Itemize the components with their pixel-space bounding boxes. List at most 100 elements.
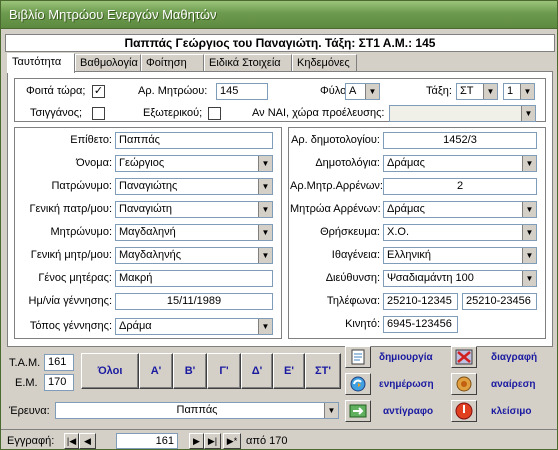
surname-field[interactable]: Παππάς xyxy=(115,132,273,149)
mother-family-field[interactable]: Μακρή xyxy=(115,270,273,287)
mother-genitive-value: Μαγδαληνής xyxy=(119,249,182,261)
search-value: Παππάς xyxy=(176,404,218,416)
regno-field[interactable]: 145 xyxy=(216,83,268,100)
create-label: δημιουργία xyxy=(379,352,433,363)
tab-attendance[interactable]: Φοίτηση xyxy=(141,54,204,72)
title-bar[interactable]: Βιβλίο Μητρώου Ενεργών Μαθητών xyxy=(1,1,557,29)
address-label: Διεύθυνση: xyxy=(325,272,380,284)
male-reg-value: Δράμας xyxy=(387,203,425,215)
nationality-value: Ελληνική xyxy=(387,249,432,261)
last-record-icon[interactable]: ▶| xyxy=(204,433,221,449)
chevron-down-icon: ▼ xyxy=(258,225,272,240)
name-value: Γεώργιος xyxy=(119,157,165,169)
delete-icon xyxy=(455,349,473,365)
mother-select[interactable]: Μαγδαληνή ▼ xyxy=(115,224,273,241)
tam-label: Τ.Α.Μ. xyxy=(9,357,41,369)
father-label: Πατρώνυμο: xyxy=(51,180,112,192)
mother-genitive-select[interactable]: Μαγδαληνής ▼ xyxy=(115,247,273,264)
tam-field[interactable]: 161 xyxy=(44,354,74,371)
tab-special-data[interactable]: Ειδικά Στοιχεία xyxy=(204,54,292,72)
identity-panel: Φοιτά τώρα; ✓ Αρ. Μητρώου: 145 Φύλο: Α ▼ … xyxy=(7,71,553,347)
tab-guardians[interactable]: Κηδεμόνες xyxy=(292,54,357,72)
class-filter-e-button[interactable]: Ε' xyxy=(273,353,305,389)
class-section-select[interactable]: 1 ▼ xyxy=(503,83,535,100)
undo-button[interactable] xyxy=(451,373,477,395)
phones-label: Τηλέφωνα: xyxy=(326,295,380,307)
mother-value: Μαγδαληνή xyxy=(119,226,176,238)
mother-genitive-label: Γενική μητρ/μου: xyxy=(30,249,112,261)
update-button[interactable] xyxy=(345,373,371,395)
municipality-select[interactable]: Δράμας ▼ xyxy=(383,155,537,172)
mother-label: Μητρώνυμο: xyxy=(50,226,113,238)
name-select[interactable]: Γεώργιος ▼ xyxy=(115,155,273,172)
student-header: Παππάς Γεώργιος του Παναγιώτη. Τάξη: ΣΤ1… xyxy=(5,34,555,52)
record-number-field[interactable]: 161 xyxy=(116,433,178,449)
undo-label: αναίρεση xyxy=(491,379,536,390)
birthplace-select[interactable]: Δράμα ▼ xyxy=(115,318,273,335)
birthdate-field[interactable]: 15/11/1989 xyxy=(115,293,273,310)
new-record-icon[interactable]: ▶* xyxy=(223,433,241,449)
class-grade-select[interactable]: ΣΤ ▼ xyxy=(456,83,498,100)
search-label: Έρευνα: xyxy=(9,405,50,417)
chevron-down-icon: ▼ xyxy=(522,271,536,286)
class-filter-all-button[interactable]: Όλοι xyxy=(81,353,139,389)
class-filter-c-button[interactable]: Γ' xyxy=(207,353,241,389)
refresh-icon xyxy=(350,376,366,392)
gypsy-label: Τσιγγάνος; xyxy=(30,107,83,119)
record-label: Εγγραφή: xyxy=(7,435,55,447)
close-label: κλείσιμο xyxy=(491,406,532,417)
record-count-label: από 170 xyxy=(246,435,288,447)
father-select[interactable]: Παναγιώτης ▼ xyxy=(115,178,273,195)
window-title: Βιβλίο Μητρώου Ενεργών Μαθητών xyxy=(9,7,217,22)
origin-country-select[interactable]: ▼ xyxy=(389,105,536,122)
chevron-down-icon: ▼ xyxy=(522,202,536,217)
foreign-checkbox[interactable] xyxy=(208,107,221,120)
chevron-down-icon: ▼ xyxy=(522,156,536,171)
father-genitive-select[interactable]: Παναγιώτη ▼ xyxy=(115,201,273,218)
municipal-no-label: Αρ. δημοτολογίου: xyxy=(291,134,380,146)
municipality-label: Δημοτολόγια: xyxy=(315,157,380,169)
birthdate-label: Ημ/νία γέννησης: xyxy=(28,295,112,307)
class-filter-a-button[interactable]: Α' xyxy=(139,353,173,389)
em-field[interactable]: 170 xyxy=(44,374,74,391)
tab-identity[interactable]: Ταυτότητα xyxy=(7,53,75,73)
chevron-down-icon: ▼ xyxy=(522,225,536,240)
surname-label: Επίθετο: xyxy=(70,134,112,146)
em-label: Ε.Μ. xyxy=(15,377,38,389)
name-label: Όνομα: xyxy=(76,157,112,169)
religion-value: Χ.Ο. xyxy=(387,226,410,238)
create-button[interactable] xyxy=(345,346,371,368)
first-record-icon[interactable]: |◀ xyxy=(64,433,79,449)
religion-select[interactable]: Χ.Ο. ▼ xyxy=(383,224,537,241)
new-document-icon xyxy=(351,349,365,365)
delete-button[interactable] xyxy=(451,346,477,368)
mother-family-label: Γένος μητέρας: xyxy=(38,272,112,284)
search-select[interactable]: Παππάς ▼ xyxy=(55,402,339,419)
address-select[interactable]: Ψσαδιαμάντη 100 ▼ xyxy=(383,270,537,287)
municipal-no-field[interactable]: 1452/3 xyxy=(383,132,537,149)
male-reg-no-field[interactable]: 2 xyxy=(383,178,537,195)
phone2-field[interactable]: 25210-23456 xyxy=(462,293,537,310)
mobile-field[interactable]: 6945-123456 xyxy=(383,316,458,333)
class-filter-st-button[interactable]: ΣΤ' xyxy=(305,353,341,389)
copy-button[interactable] xyxy=(345,400,371,422)
father-value: Παναγιώτης xyxy=(119,180,178,192)
nationality-select[interactable]: Ελληνική ▼ xyxy=(383,247,537,264)
chevron-down-icon: ▼ xyxy=(483,84,497,99)
gender-value: Α xyxy=(349,85,357,97)
chevron-down-icon: ▼ xyxy=(365,84,379,99)
gender-select[interactable]: Α ▼ xyxy=(345,83,380,100)
gypsy-checkbox[interactable] xyxy=(92,107,105,120)
male-reg-select[interactable]: Δράμας ▼ xyxy=(383,201,537,218)
class-filter-b-button[interactable]: Β' xyxy=(173,353,207,389)
close-button[interactable] xyxy=(451,400,477,422)
copy-label: αντίγραφο xyxy=(383,406,434,417)
prev-record-icon[interactable]: ◀ xyxy=(79,433,96,449)
phone1-field[interactable]: 25210-12345 xyxy=(383,293,458,310)
municipality-value: Δράμας xyxy=(387,157,425,169)
tab-grades[interactable]: Βαθμολογία xyxy=(75,54,141,72)
attending-checkbox[interactable]: ✓ xyxy=(92,85,105,98)
class-filter-d-button[interactable]: Δ' xyxy=(241,353,273,389)
attending-label: Φοιτά τώρα; xyxy=(26,85,86,97)
next-record-icon[interactable]: ▶ xyxy=(189,433,204,449)
